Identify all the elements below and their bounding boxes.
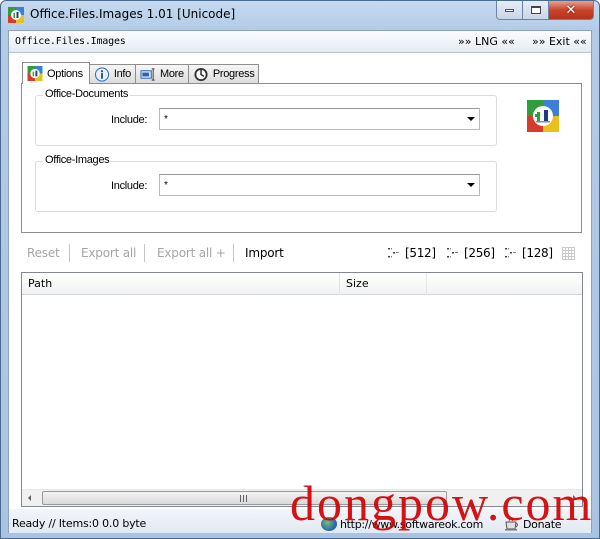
images-include-combo[interactable]: * [159, 174, 480, 196]
close-icon: ✕ [565, 2, 577, 18]
size-512-button[interactable]: [512] [387, 246, 436, 260]
grid-view-icon[interactable] [562, 247, 575, 260]
tab-label: Info [113, 68, 131, 80]
size-label: [128] [522, 246, 553, 260]
website-link-label: http://www.softwareok.com [340, 517, 484, 531]
combo-value: * [164, 114, 168, 125]
text-cursor-icon [140, 67, 155, 81]
size-256-button[interactable]: [256] [446, 246, 495, 260]
group-legend: Office-Documents [43, 88, 131, 100]
maximize-button[interactable] [523, 1, 549, 20]
thumbnail-size-icon [505, 248, 516, 258]
thumbnail-size-icon [447, 248, 458, 258]
coffee-cup-icon [505, 517, 518, 531]
window-title: Office.Files.Images 1.01 [Unicode] [30, 7, 236, 21]
documents-include-combo[interactable]: * [159, 108, 480, 130]
tab-label: Progress [212, 68, 255, 80]
toolbar: Reset Export all Export all + Import [51… [9, 241, 591, 265]
toolbar-divider [233, 244, 234, 262]
app-logo-icon [8, 7, 24, 23]
options-panel: Office-Documents Include: * Office-Image… [21, 83, 582, 233]
office-documents-group: Office-Documents Include: * [35, 88, 497, 146]
app-window: Office.Files.Images 1.01 [Unicode] ✕ Off… [0, 0, 600, 539]
list-header: Path Size [22, 273, 582, 295]
maximize-icon [530, 6, 541, 14]
group-legend: Office-Images [43, 154, 112, 166]
tab-options[interactable]: Options [22, 62, 90, 84]
status-bar: Ready // Items:0 0.0 byte http://www.sof… [9, 509, 591, 533]
combo-value: * [164, 180, 168, 191]
status-text: Ready // Items:0 0.0 byte [12, 517, 147, 530]
menu-bar: Office.Files.Images »» LNG «« »» Exit «« [9, 31, 591, 53]
info-icon [94, 66, 109, 82]
minimize-icon [505, 8, 514, 12]
horizontal-scrollbar[interactable] [22, 489, 582, 506]
toolbar-divider [144, 244, 145, 262]
tab-strip: Options Info More Progress [22, 62, 260, 84]
client-area: Office.Files.Images »» LNG «« »» Exit ««… [8, 30, 592, 533]
donate-link[interactable]: Donate [504, 517, 562, 531]
scroll-right-icon[interactable] [573, 495, 576, 501]
donate-label: Donate [523, 517, 562, 531]
clock-icon [194, 67, 208, 81]
file-list[interactable]: Path Size [21, 272, 583, 507]
window-controls: ✕ [496, 1, 594, 21]
app-logo-icon [27, 66, 43, 81]
website-link[interactable]: http://www.softwareok.com [321, 517, 483, 531]
tab-info[interactable]: Info [88, 64, 136, 83]
tab-progress[interactable]: Progress [187, 64, 260, 83]
column-header-size[interactable]: Size [340, 273, 427, 295]
chevron-down-icon[interactable] [467, 183, 475, 187]
size-128-button[interactable]: [128] [504, 246, 553, 260]
minimize-button[interactable] [496, 1, 523, 20]
include-label: Include: [111, 114, 148, 126]
office-images-group: Office-Images Include: * [35, 154, 497, 212]
exit-menu[interactable]: »» Exit «« [532, 35, 587, 48]
export-all-button[interactable]: Export all [81, 246, 136, 260]
app-name-label: Office.Files.Images [15, 36, 126, 47]
include-label: Include: [111, 180, 148, 192]
chevron-down-icon[interactable] [467, 117, 475, 121]
export-all-plus-button[interactable]: Export all + [157, 246, 226, 260]
close-button[interactable]: ✕ [549, 1, 594, 20]
grip-icon [240, 495, 247, 502]
title-bar[interactable]: Office.Files.Images 1.01 [Unicode] ✕ [1, 1, 599, 29]
scroll-left-icon[interactable] [28, 495, 31, 501]
reset-button[interactable]: Reset [27, 246, 60, 260]
toolbar-divider [69, 244, 70, 262]
column-header-path[interactable]: Path [22, 273, 340, 295]
tab-more[interactable]: More [134, 64, 189, 83]
size-label: [512] [405, 246, 436, 260]
tab-label: More [159, 68, 184, 80]
globe-icon [321, 517, 337, 531]
size-label: [256] [464, 246, 495, 260]
app-logo-icon [527, 100, 559, 132]
import-button[interactable]: Import [245, 246, 284, 260]
thumbnail-size-icon [388, 248, 399, 258]
language-menu[interactable]: »» LNG «« [458, 35, 515, 48]
tab-label: Options [47, 67, 83, 80]
scrollbar-thumb[interactable] [42, 491, 447, 505]
